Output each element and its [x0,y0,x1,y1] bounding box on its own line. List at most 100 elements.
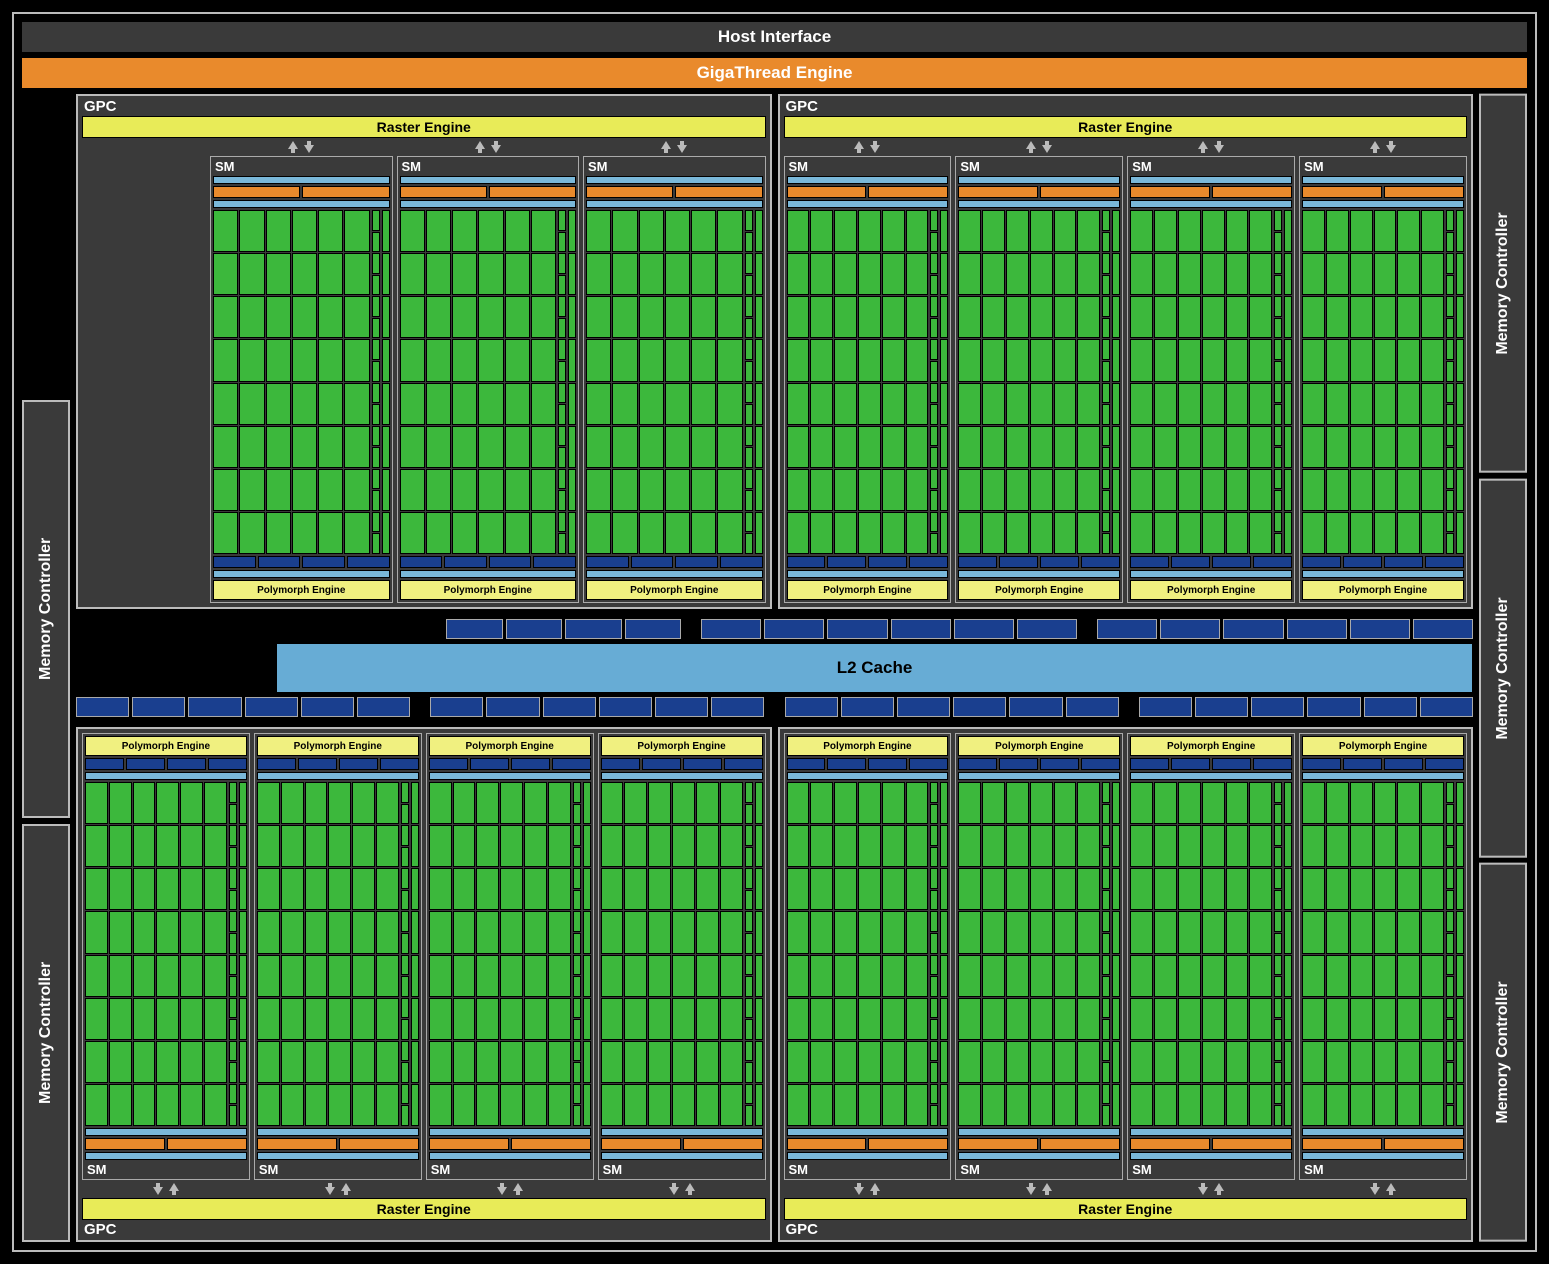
cuda-core [1226,825,1249,867]
main-area: Memory Controller Memory Controller GPC … [22,94,1527,1242]
cuda-core [1397,296,1420,338]
cuda-core [691,210,716,252]
cuda-core [648,868,671,910]
memory-controllers-right: Memory Controller Memory Controller Memo… [1479,94,1527,1242]
cuda-core [1249,296,1272,338]
cuda-core [500,868,523,910]
cuda-core [1350,296,1373,338]
cuda-core [717,210,742,252]
cuda-core [344,296,369,338]
cuda-core [586,469,611,511]
cuda-core [1202,1084,1225,1126]
host-interface-bar: Host Interface [22,22,1527,52]
cuda-core [400,296,425,338]
cuda-core [858,955,881,997]
cuda-core [85,955,108,997]
cuda-core [1302,868,1325,910]
cuda-core [1154,911,1177,953]
cuda-core [1202,426,1225,468]
cuda-core [672,825,695,867]
cuda-core [639,512,664,554]
streaming-multiprocessor: Polymorph EngineSM [598,733,766,1180]
load-store-column [401,782,409,1126]
cuda-core [344,253,369,295]
cuda-core [376,825,399,867]
cuda-core [1054,825,1077,867]
cuda-core [257,782,280,824]
cuda-core [1054,911,1077,953]
cuda-core [281,955,304,997]
cuda-core [696,1041,719,1083]
cuda-core [1302,782,1325,824]
cuda-core [787,253,810,295]
cuda-core [882,426,905,468]
cuda-core [639,253,664,295]
sm-label: SM [958,1162,1120,1177]
cuda-core [834,383,857,425]
cuda-core [1154,782,1177,824]
cuda-core [1249,782,1272,824]
cuda-core [1374,998,1397,1040]
cuda-core [648,1084,671,1126]
interconnect-bar [787,772,949,780]
cuda-core [204,782,227,824]
cuda-core [1202,825,1225,867]
cuda-core [1397,210,1420,252]
dispatch-bar [1130,1152,1292,1160]
cuda-core [352,782,375,824]
cuda-core [1077,296,1100,338]
core-area [1302,782,1464,1126]
cuda-core [1226,868,1249,910]
cuda-core [452,253,477,295]
cuda-core [344,512,369,554]
cuda-core [858,210,881,252]
cuda-core [1130,825,1153,867]
cuda-core [601,782,624,824]
cuda-core [1326,1084,1349,1126]
cuda-core [452,426,477,468]
cuda-core [1077,469,1100,511]
cuda-core [531,512,556,554]
cuda-core [858,998,881,1040]
dispatch-bar [85,1152,247,1160]
cuda-core [204,868,227,910]
cuda-core [1350,426,1373,468]
cuda-core [1178,210,1201,252]
cuda-core [858,782,881,824]
cuda-core [1077,339,1100,381]
cuda-core [787,296,810,338]
cuda-core [691,469,716,511]
interconnect-bar [1130,570,1292,578]
streaming-multiprocessor: Polymorph EngineSM [955,733,1123,1180]
cuda-core [1130,512,1153,554]
cuda-core [239,383,264,425]
cuda-core [982,426,1005,468]
cuda-core [1077,998,1100,1040]
cuda-core [344,426,369,468]
cuda-core [109,1084,132,1126]
cuda-core [1130,383,1153,425]
cuda-core [1302,253,1325,295]
cuda-core [1326,210,1349,252]
cuda-core [1374,1084,1397,1126]
cuda-core [429,911,452,953]
cuda-core-grid [257,782,399,1126]
streaming-multiprocessor: Polymorph EngineSM [254,733,422,1180]
cuda-core [691,512,716,554]
cuda-core [1077,911,1100,953]
cuda-core-grid [787,210,929,554]
cuda-core [1326,469,1349,511]
cuda-core [1030,426,1053,468]
cuda-core [612,210,637,252]
cuda-core [239,253,264,295]
cuda-core [1054,210,1077,252]
cuda-core [1326,911,1349,953]
cuda-core [548,998,571,1040]
cuda-core [376,782,399,824]
cuda-core [810,296,833,338]
cuda-core [639,383,664,425]
sfu-column [1284,210,1292,554]
cuda-core [1054,296,1077,338]
cuda-core [958,253,981,295]
cuda-core [204,955,227,997]
